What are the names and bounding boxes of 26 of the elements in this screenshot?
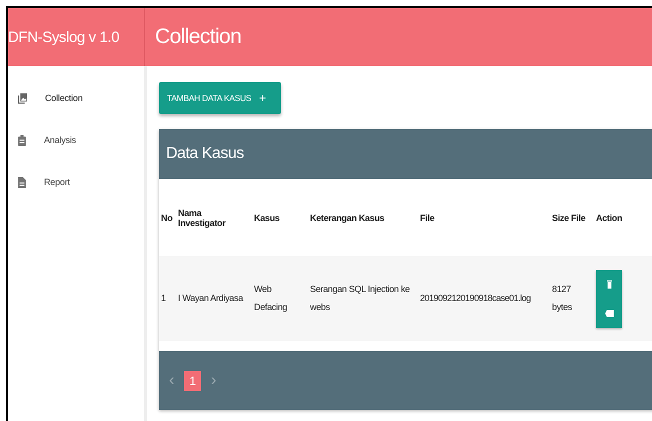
page-title: Collection xyxy=(154,25,242,49)
column-header: Nama Investigator xyxy=(176,179,252,256)
column-header: No xyxy=(159,179,176,256)
clipboard-icon xyxy=(18,134,26,146)
column-header: File xyxy=(418,179,550,256)
column-header: Action xyxy=(594,179,652,256)
table-cell: 2019092120190918case01.log xyxy=(418,256,550,341)
table-cell: I Wayan Ardiyasa xyxy=(176,256,252,341)
column-header: Size File xyxy=(550,179,594,256)
table-cell: Serangan SQL Injection ke webs xyxy=(308,256,418,341)
stacked-pages-icon xyxy=(18,92,27,104)
table-cell: Web Defacing xyxy=(252,256,308,341)
column-header: Keterangan Kasus xyxy=(308,179,418,256)
table-cell: 8127 bytes xyxy=(550,256,594,341)
previous-page-button[interactable]: ‹ xyxy=(169,372,174,390)
delete-button[interactable] xyxy=(596,270,622,298)
document-icon xyxy=(18,176,26,188)
table-cell: 1 xyxy=(159,256,176,341)
add-case-button[interactable]: TAMBAH DATA KASUS + xyxy=(159,82,281,114)
page-button[interactable]: 1 xyxy=(184,370,202,390)
next-page-button[interactable]: › xyxy=(211,372,216,390)
details-button[interactable] xyxy=(596,298,622,328)
column-header: Kasus xyxy=(252,179,308,256)
more-icon xyxy=(604,310,614,316)
trash-icon xyxy=(606,280,612,288)
card-title: Data Kasus xyxy=(166,145,244,163)
